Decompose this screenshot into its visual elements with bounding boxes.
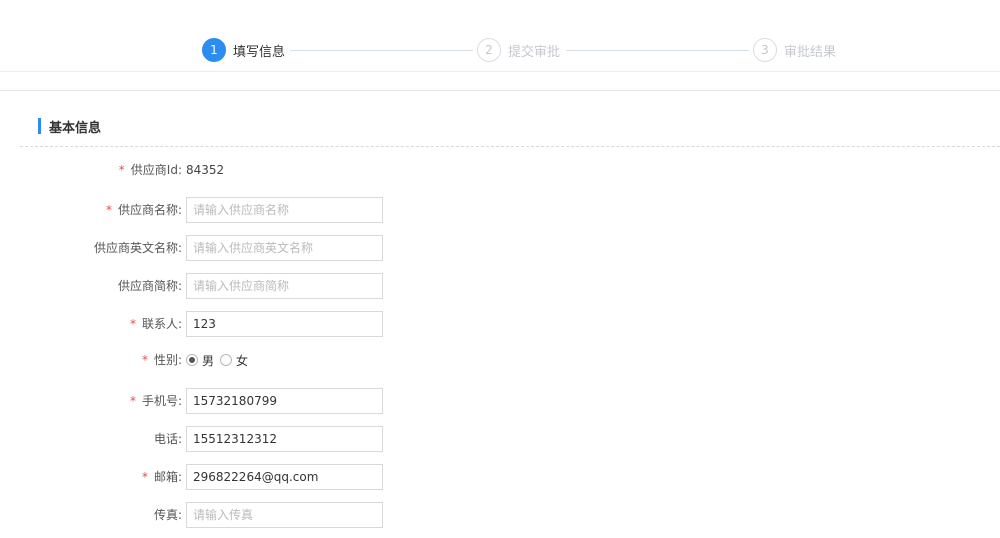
- step-3: 3 审批结果: [753, 38, 836, 62]
- required-marker: *: [105, 203, 112, 217]
- supplier-short-name-input[interactable]: [186, 273, 383, 299]
- step-connector-1: [290, 50, 473, 51]
- step-2-number: 2: [477, 38, 501, 62]
- radio-unselected-icon[interactable]: [220, 354, 233, 366]
- step-2: 2 提交审批: [477, 38, 560, 62]
- step-1-label: 填写信息: [233, 44, 286, 60]
- step-3-label: 审批结果: [784, 44, 837, 60]
- gender-option-male-label: 男: [202, 353, 215, 368]
- phone-input[interactable]: [186, 426, 383, 452]
- gender-option-female-label: 女: [236, 353, 249, 368]
- supplier-name-label: * 供应商名称:: [105, 203, 182, 217]
- gender-option-male[interactable]: 男: [186, 352, 214, 369]
- supplier-id-value: 84352: [186, 163, 225, 177]
- gender-radio-group: 男 女: [186, 347, 254, 373]
- gender-option-female[interactable]: 女: [220, 352, 248, 369]
- row-email: * 邮箱:: [0, 464, 1000, 490]
- required-marker: *: [141, 470, 148, 484]
- row-gender: * 性别: 男 女: [0, 347, 1000, 373]
- section-header: 基本信息: [38, 117, 102, 136]
- supplier-short-name-label: 供应商简称:: [117, 279, 182, 293]
- header-divider: [0, 90, 1000, 91]
- required-marker: *: [118, 163, 125, 177]
- step-1: 1 填写信息: [202, 38, 285, 62]
- contact-label: * 联系人:: [129, 317, 182, 331]
- required-marker: *: [129, 394, 136, 408]
- supplier-en-name-input[interactable]: [186, 235, 383, 261]
- email-label: * 邮箱:: [141, 470, 182, 484]
- required-marker: *: [129, 317, 136, 331]
- email-input[interactable]: [186, 464, 383, 490]
- steps-bar: 1 填写信息 2 提交审批 3 审批结果: [0, 0, 1000, 72]
- row-supplier-en-name: 供应商英文名称:: [0, 235, 1000, 261]
- section-accent-bar: [38, 118, 41, 134]
- section-divider: [20, 146, 1000, 147]
- fax-input[interactable]: [186, 502, 383, 528]
- row-mobile: * 手机号:: [0, 388, 1000, 414]
- row-phone: 电话:: [0, 426, 1000, 452]
- section-title: 基本信息: [49, 120, 102, 136]
- contact-input[interactable]: [186, 311, 383, 337]
- mobile-label: * 手机号:: [129, 394, 182, 408]
- row-supplier-name: * 供应商名称:: [0, 197, 1000, 223]
- step-3-number: 3: [753, 38, 777, 62]
- row-supplier-id: * 供应商Id: 84352: [0, 157, 1000, 183]
- row-contact: * 联系人:: [0, 311, 1000, 337]
- radio-selected-icon[interactable]: [186, 354, 198, 366]
- mobile-input[interactable]: [186, 388, 383, 414]
- fax-label: 传真:: [153, 508, 182, 522]
- step-connector-2: [566, 50, 749, 51]
- step-2-label: 提交审批: [508, 44, 561, 60]
- supplier-en-name-label: 供应商英文名称:: [93, 241, 182, 255]
- supplier-id-label: * 供应商Id:: [118, 163, 182, 177]
- row-supplier-short-name: 供应商简称:: [0, 273, 1000, 299]
- row-fax: 传真:: [0, 502, 1000, 528]
- phone-label: 电话:: [153, 432, 182, 446]
- gender-label: * 性别:: [141, 353, 182, 367]
- required-marker: *: [141, 353, 148, 367]
- step-1-number: 1: [202, 38, 226, 62]
- supplier-name-input[interactable]: [186, 197, 383, 223]
